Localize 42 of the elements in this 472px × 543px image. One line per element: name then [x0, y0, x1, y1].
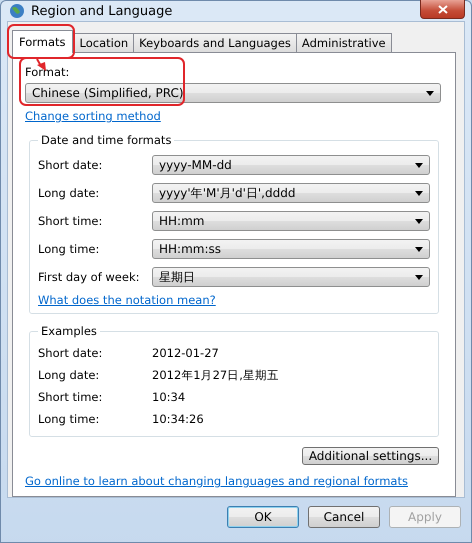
- window-title: Region and Language: [31, 4, 172, 18]
- dropdown-arrow-icon: [426, 90, 434, 96]
- example-value: 2012-01-27: [152, 346, 220, 360]
- example-value: 10:34: [152, 390, 186, 404]
- field-label: Short time:: [38, 214, 104, 228]
- additional-settings-button[interactable]: Additional settings...: [302, 447, 439, 465]
- sorting-link[interactable]: Change sorting method: [25, 109, 161, 123]
- globe-icon: [9, 3, 25, 19]
- field-label: Short date:: [38, 158, 104, 172]
- dialog-button[interactable]: Cancel: [308, 506, 380, 528]
- dropdown-arrow-icon: [415, 162, 423, 168]
- dropdown[interactable]: yyyy-MM-dd: [152, 155, 430, 175]
- dropdown-arrow-icon: [415, 274, 423, 280]
- group-title: Examples: [40, 324, 98, 338]
- dropdown[interactable]: 星期日: [152, 267, 430, 287]
- notation-link[interactable]: What does the notation mean?: [38, 293, 216, 307]
- field-label: Long time:: [38, 242, 100, 256]
- dialog-button[interactable]: OK: [227, 506, 299, 528]
- example-value: 2012年1月27日,星期五: [152, 368, 280, 382]
- dropdown-arrow-icon: [415, 246, 423, 252]
- example-label: Short time:: [38, 390, 104, 404]
- group-title: Date and time formats: [40, 133, 172, 147]
- field-label: First day of week:: [38, 270, 140, 284]
- close-icon: [438, 4, 448, 14]
- tab[interactable]: Administrative: [296, 33, 392, 52]
- example-label: Short date:: [38, 346, 104, 360]
- dropdown-arrow-icon: [415, 218, 423, 224]
- dropdown[interactable]: HH:mm:ss: [152, 239, 430, 259]
- dropdown[interactable]: HH:mm: [152, 211, 430, 231]
- example-value: 10:34:26: [152, 412, 205, 426]
- dropdown[interactable]: Chinese (Simplified, PRC): [25, 83, 441, 103]
- online-help-link[interactable]: Go online to learn about changing languages and regional formats: [25, 474, 408, 488]
- example-label: Long time:: [38, 412, 100, 426]
- tab[interactable]: Formats: [12, 30, 73, 53]
- field-label: Long date:: [38, 186, 100, 200]
- field-label: Format:: [25, 65, 70, 79]
- dropdown-arrow-icon: [415, 190, 423, 196]
- tab[interactable]: Location: [74, 33, 134, 52]
- example-label: Long date:: [38, 368, 100, 382]
- close-button[interactable]: [420, 0, 465, 19]
- tab[interactable]: Keyboards and Languages: [133, 33, 297, 52]
- dropdown[interactable]: yyyy'年'M'月'd'日',dddd: [152, 183, 430, 203]
